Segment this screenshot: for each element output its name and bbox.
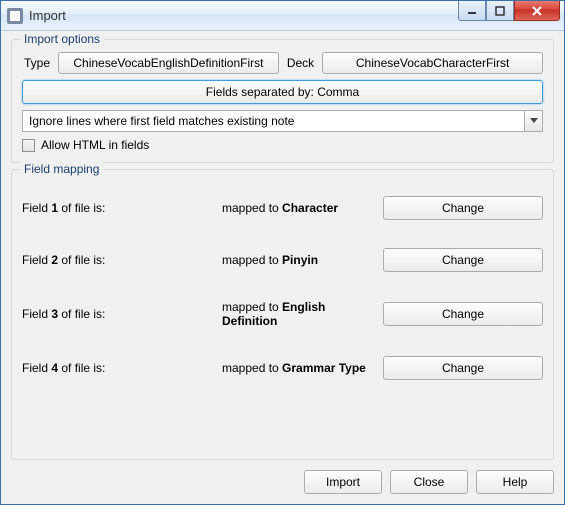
help-button[interactable]: Help (476, 470, 554, 494)
maximize-button[interactable] (486, 1, 514, 21)
change-mapping-button[interactable]: Change (383, 196, 543, 220)
change-mapping-button[interactable]: Change (383, 248, 543, 272)
field-mapping-row: Field 2 of file is: mapped to Pinyin Cha… (22, 234, 543, 286)
field-target-label: mapped to Grammar Type (222, 361, 383, 375)
deck-button[interactable]: ChineseVocabCharacterFirst (322, 52, 543, 74)
app-icon (7, 8, 23, 24)
allow-html-checkbox[interactable] (22, 139, 35, 152)
change-mapping-button[interactable]: Change (383, 302, 543, 326)
import-options-title: Import options (20, 32, 104, 46)
deck-label: Deck (285, 56, 316, 70)
allow-html-label: Allow HTML in fields (41, 138, 149, 152)
type-deck-row: Type ChineseVocabEnglishDefinitionFirst … (22, 52, 543, 74)
content-area: Import options Type ChineseVocabEnglishD… (1, 31, 564, 504)
field-mapping-row: Field 1 of file is: mapped to Character … (22, 182, 543, 234)
field-target-label: mapped to Character (222, 201, 383, 215)
import-options-group: Import options Type ChineseVocabEnglishD… (11, 39, 554, 163)
field-source-label: Field 3 of file is: (22, 307, 222, 321)
field-target-label: mapped to English Definition (222, 300, 383, 328)
field-source-label: Field 1 of file is: (22, 201, 222, 215)
field-source-label: Field 4 of file is: (22, 361, 222, 375)
minimize-icon (467, 6, 477, 16)
import-button[interactable]: Import (304, 470, 382, 494)
allow-html-row: Allow HTML in fields (22, 138, 543, 152)
window-controls (458, 1, 564, 21)
dialog-footer: Import Close Help (11, 466, 554, 494)
field-source-label: Field 2 of file is: (22, 253, 222, 267)
field-mapping-row: Field 4 of file is: mapped to Grammar Ty… (22, 342, 543, 394)
field-mapping-title: Field mapping (20, 162, 103, 176)
titlebar[interactable]: Import (1, 1, 564, 31)
close-button[interactable] (514, 1, 560, 21)
type-label: Type (22, 56, 52, 70)
chevron-down-icon (530, 118, 538, 124)
dropdown-arrow[interactable] (524, 111, 542, 131)
close-icon (531, 6, 543, 16)
field-target-label: mapped to Pinyin (222, 253, 383, 267)
minimize-button[interactable] (458, 1, 486, 21)
import-window: Import Import options Type ChineseVocabE… (0, 0, 565, 505)
close-dialog-button[interactable]: Close (390, 470, 468, 494)
duplicate-handling-select[interactable]: Ignore lines where first field matches e… (22, 110, 543, 132)
field-mapping-row: Field 3 of file is: mapped to English De… (22, 286, 543, 342)
note-type-button[interactable]: ChineseVocabEnglishDefinitionFirst (58, 52, 279, 74)
window-title: Import (29, 8, 66, 23)
change-mapping-button[interactable]: Change (383, 356, 543, 380)
maximize-icon (495, 6, 505, 16)
field-mapping-group: Field mapping Field 1 of file is: mapped… (11, 169, 554, 460)
field-separator-button[interactable]: Fields separated by: Comma (22, 80, 543, 104)
duplicate-handling-value: Ignore lines where first field matches e… (23, 111, 524, 131)
